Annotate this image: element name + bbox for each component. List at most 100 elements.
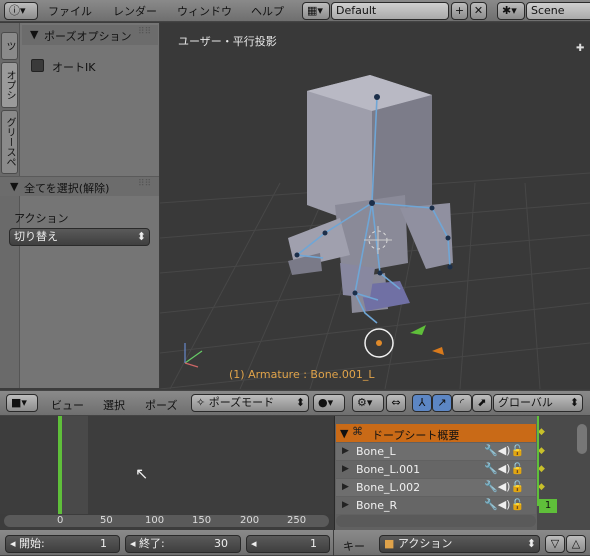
screen-layout-value: Default [336,4,377,17]
channel-label: Bone_R [356,499,398,512]
collapse-arrow-icon: ▼ [340,427,349,440]
keyframe-icon[interactable]: ◆ [538,464,545,474]
keyframe-icon[interactable]: ◆ [538,427,545,437]
dopesheet-mode-select[interactable]: ■ アクション ⬍ [379,535,540,553]
keyframe-icon[interactable]: ◆ [538,446,545,456]
menu-render[interactable]: レンダー [113,3,157,19]
channel-controls-icons[interactable]: 🔧◀)🔓 [484,444,524,457]
timeline-tick: 0 [57,515,64,526]
camera-object[interactable] [432,347,444,355]
end-value: 30 [214,537,228,550]
menu-view[interactable]: ビュー [51,397,84,413]
dopesheet-mode-value: アクション [397,537,453,550]
timeline-scrollbar[interactable] [4,515,329,527]
auto-ik-checkbox[interactable] [31,59,44,72]
timeline-tick: 250 [287,515,307,526]
channel-controls-icons[interactable]: 🔧◀)🔓 [484,498,524,511]
scene-icon[interactable]: ✱▾ [497,2,525,20]
lamp-object[interactable] [410,325,426,335]
orientation-value: グローバル [498,396,553,409]
filter-up-button[interactable]: △ [566,535,586,553]
remove-layout-button[interactable]: ✕ [470,2,487,20]
tab-tools[interactable]: ツ [1,32,18,60]
action-icon: ■ [384,537,398,550]
tab-tools-label: ツ [4,41,15,51]
timeline-range [62,416,88,514]
left-arrow-icon: ◂ [10,537,20,550]
area-corner-icon[interactable]: ✚ [576,43,584,54]
pose-mode-icon: ✧ [196,396,209,409]
menu-file[interactable]: ファイル [48,3,92,19]
keys-menu[interactable]: キー [343,538,365,554]
start-label: 開始: [19,537,45,550]
info-editor-button[interactable]: ⓘ▾ [4,2,38,20]
scale-manipulator-icon[interactable]: ⬈ [472,394,492,412]
tab-grease-pencil[interactable]: グリースペ [1,110,18,174]
tool-shelf [0,23,159,388]
object-info: (1) Armature : Bone.001_L [229,368,375,381]
current-frame-field[interactable]: ◂ 1 [246,535,330,553]
menu-window[interactable]: ウィンドウ [177,3,232,19]
keyframe-icon[interactable]: ◆ [538,482,545,492]
pivot-select[interactable]: ⚙▾ [352,394,384,412]
add-layout-button[interactable]: + [451,2,468,20]
rotate-manipulator-icon[interactable]: ◜ [452,394,472,412]
menu-select[interactable]: 選択 [103,397,125,413]
viewport-3d[interactable] [160,23,590,389]
start-frame-field[interactable]: ◂ 開始: 1 [5,535,120,553]
dopesheet-icon: ⌘ [352,425,363,438]
action-value: 切り替え [14,230,58,243]
expand-arrow-icon: ▶ [342,500,349,510]
timeline-tick: 200 [240,515,260,526]
timeline-area[interactable] [0,416,333,514]
transform-manipulator-icon[interactable]: ⅄ [412,394,432,412]
shading-select[interactable]: ●▾ [313,394,345,412]
left-arrow-icon: ◂ [130,537,140,550]
object-origin[interactable] [364,328,394,358]
dopesheet-playhead[interactable] [537,416,539,506]
tab-grease-pencil-label: グリースペ [4,117,15,167]
scene-value: Scene [531,4,565,17]
updown-arrow-icon: ⬍ [136,230,146,243]
screen-layout-icon[interactable]: ▦▾ [302,2,330,20]
timeline-tick: 100 [145,515,165,526]
character-mesh[interactable] [288,75,453,313]
dopesheet-vscrollbar[interactable] [577,424,587,454]
dopesheet-hscrollbar[interactable] [336,515,536,527]
timeline-playhead[interactable] [58,416,62,514]
translate-manipulator-icon[interactable]: ↗ [432,394,452,412]
mouse-cursor-icon: ↖ [135,464,149,483]
viewport-scene [160,75,590,389]
channel-controls-icons[interactable]: 🔧◀)🔓 [484,462,524,475]
manipulator-toggle[interactable]: ⇔ [386,394,406,412]
current-frame-value: 1 [310,537,317,550]
auto-ik-label: オートIK [52,61,96,74]
updown-arrow-icon: ⬍ [526,537,536,550]
summary-label: ドープシート概要 [372,429,460,442]
screen-layout-field[interactable]: Default [331,2,449,20]
collapse-arrow-icon: ▼ [10,180,19,193]
action-select[interactable]: 切り替え ⬍ [9,228,150,246]
orientation-select[interactable]: グローバル ⬍ [493,394,583,412]
editor-type-button[interactable]: ■▾ [6,394,38,412]
tab-options[interactable]: オプシ [1,62,18,108]
drag-handle-icon[interactable]: ⠿⠿ [138,179,151,189]
scene-field[interactable]: Scene [526,2,590,20]
channel-controls-icons[interactable]: 🔧◀)🔓 [484,480,524,493]
frame-badge: 1 [539,499,557,513]
menu-help[interactable]: ヘルプ [251,3,284,19]
drag-handle-icon[interactable]: ⠿⠿ [138,27,151,37]
updown-arrow-icon: ⬍ [569,396,579,409]
mode-value: ポーズモード [208,396,275,409]
filter-down-button[interactable]: ▽ [545,535,565,553]
left-arrow-icon: ◂ [251,537,257,550]
mode-select[interactable]: ✧ ポーズモード ⬍ [191,394,309,412]
select-all-title: 全てを選択(解除) [24,182,110,195]
view-label: ユーザー・平行投影 [178,35,277,48]
channel-label: Bone_L.001 [356,463,421,476]
timeline-tick: 150 [192,515,212,526]
action-label: アクション [14,212,69,225]
timeline-tick: 50 [100,515,113,526]
menu-pose[interactable]: ポーズ [145,397,177,413]
end-frame-field[interactable]: ◂ 終了: 30 [125,535,241,553]
